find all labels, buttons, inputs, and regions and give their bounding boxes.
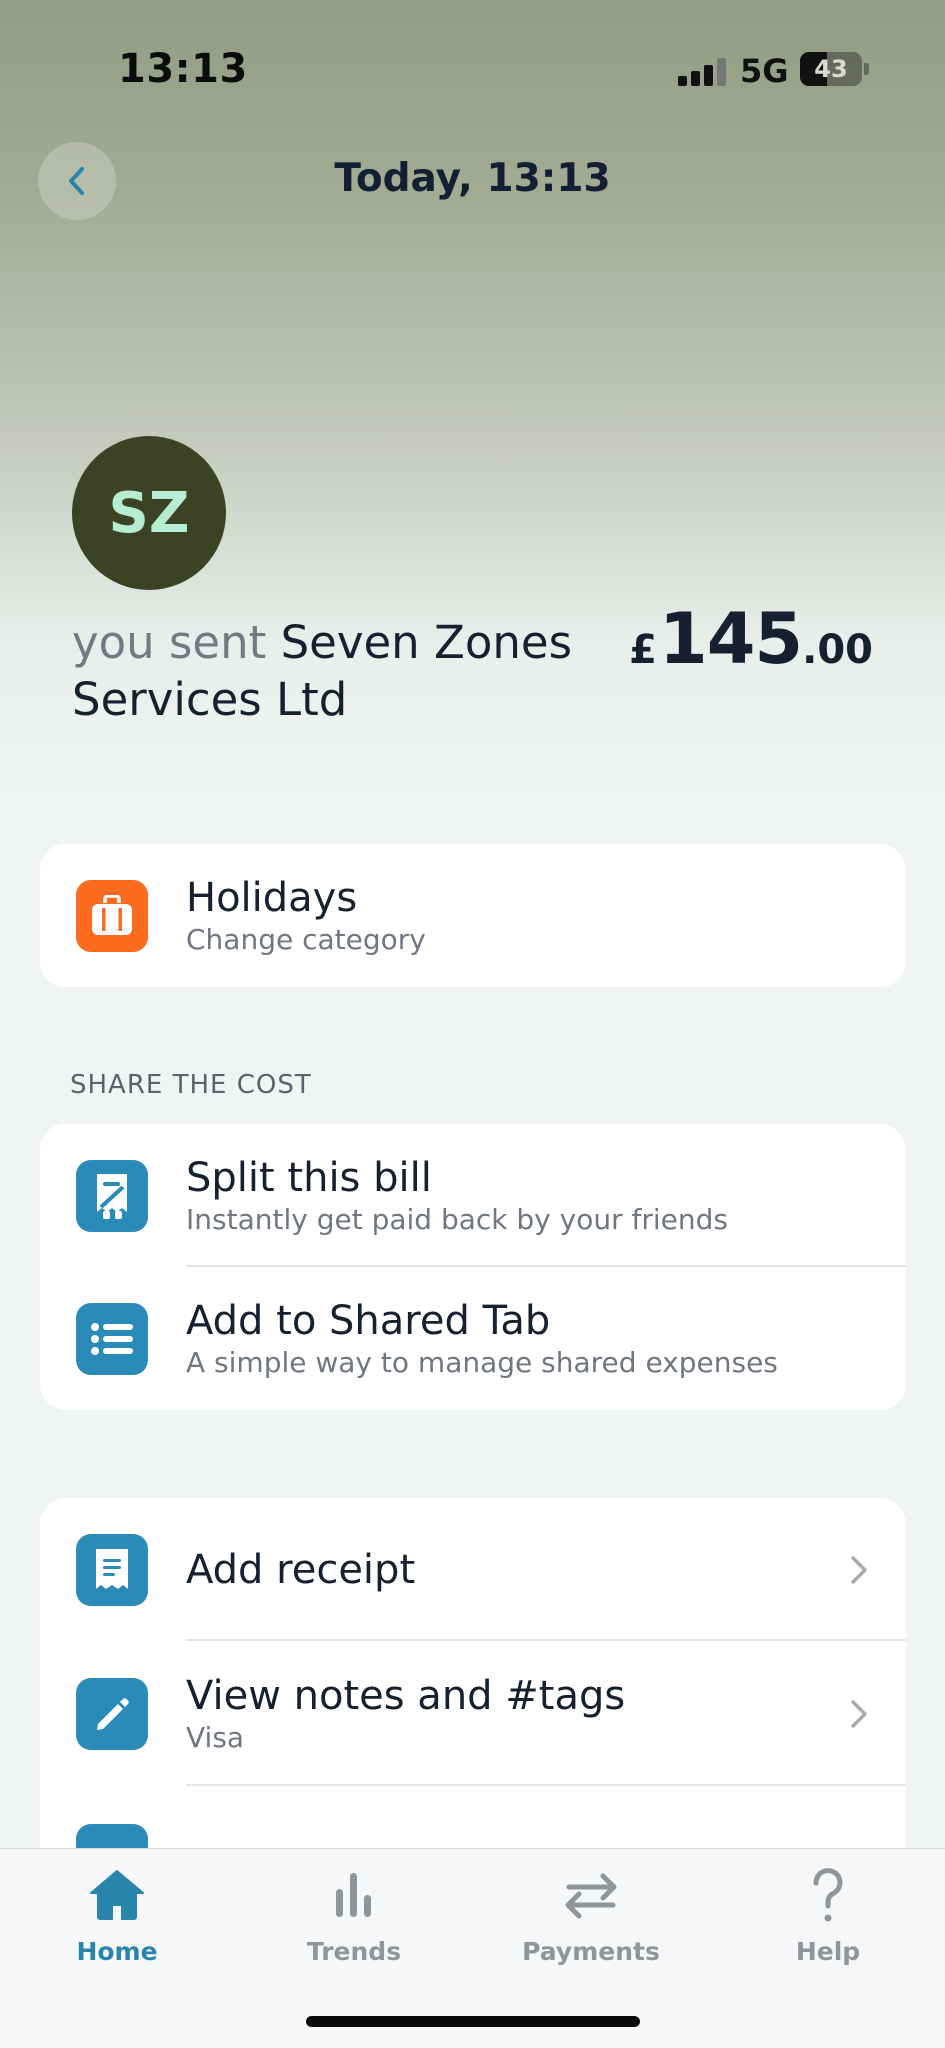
home-indicator [306,2016,640,2027]
chevron-right-icon [851,1555,867,1584]
tab-label: Home [76,1937,158,1966]
question-icon [813,1868,843,1922]
transaction-description: you sent Seven Zones Services Ltd [72,614,632,728]
category-row[interactable]: Holidays Change category [40,844,906,987]
list-icon [76,1302,148,1375]
tab-home[interactable]: Home [17,1849,217,2009]
suitcase-icon [76,879,148,952]
tab-trends[interactable]: Trends [254,1849,454,2009]
chevron-right-icon [851,1699,867,1728]
notes-tags-row[interactable]: View notes and #tags Visa [40,1641,906,1786]
shared-tab-subtitle: A simple way to manage shared expenses [186,1345,778,1379]
category-title: Holidays [186,874,358,921]
change-category-link[interactable]: Change category [186,922,426,958]
shared-tab-title: Add to Shared Tab [186,1297,551,1344]
merchant-avatar: SZ [72,436,226,590]
split-bill-title: Split this bill [186,1154,432,1201]
split-bill-icon [76,1159,148,1232]
signal-icon [678,58,726,86]
split-bill-row[interactable]: Split this bill Instantly get paid back … [40,1124,906,1267]
battery-icon: 43 [800,52,862,86]
status-time: 13:13 [118,46,248,92]
page-title: Today, 13:13 [334,156,611,201]
transaction-amount: £ 145 .00 [629,598,873,680]
amount-currency: £ [629,627,658,673]
transaction-prefix: you sent [72,616,267,669]
notes-tags-subtitle: Visa [186,1720,245,1754]
actions-card: Add receipt View notes and #tags Visa [40,1498,906,1858]
home-icon [90,1870,144,1920]
bar-chart-icon [336,1873,371,1917]
share-cost-card: Split this bill Instantly get paid back … [40,1124,906,1410]
category-card[interactable]: Holidays Change category [40,844,906,987]
tab-label: Payments [522,1937,660,1966]
receipt-icon [76,1533,148,1606]
status-bar: 13:13 5G 43 [0,0,945,140]
pencil-icon [76,1677,148,1750]
shared-tab-row[interactable]: Add to Shared Tab A simple way to manage… [40,1267,906,1410]
add-receipt-row[interactable]: Add receipt [40,1498,906,1641]
split-bill-subtitle: Instantly get paid back by your friends [186,1202,728,1236]
tab-help[interactable]: Help [728,1849,928,2009]
section-label-share: SHARE THE COST [70,1070,312,1100]
amount-minor: .00 [802,627,873,673]
tab-label: Trends [306,1937,402,1966]
transfer-arrows-icon [565,1873,617,1919]
add-receipt-title: Add receipt [186,1546,416,1593]
network-type: 5G [740,52,789,90]
amount-major: 145 [659,598,803,680]
battery-level: 43 [814,55,848,83]
notes-tags-title: View notes and #tags [186,1672,626,1719]
tab-payments[interactable]: Payments [491,1849,691,2009]
tab-label: Help [795,1937,861,1966]
